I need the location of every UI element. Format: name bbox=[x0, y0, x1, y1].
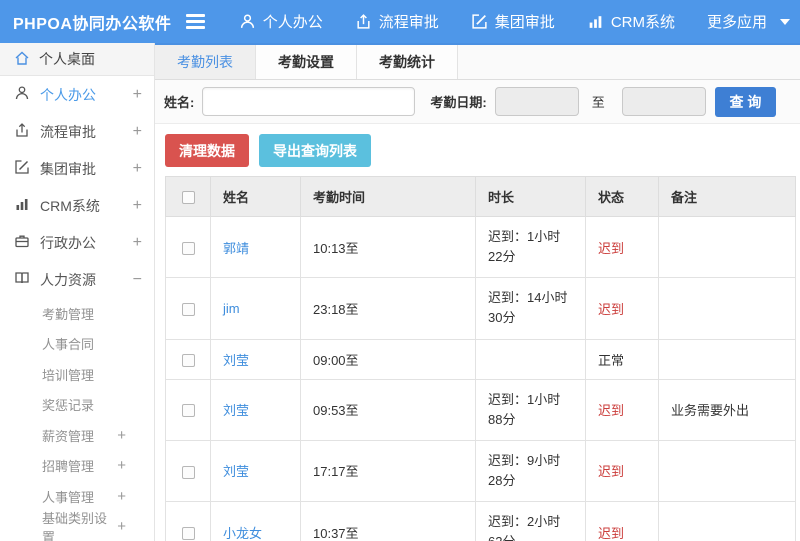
user-icon bbox=[14, 85, 30, 104]
clear-data-button[interactable]: 清理数据 bbox=[165, 134, 249, 167]
sidebar-subitem-attendance-mgmt[interactable]: 考勤管理 bbox=[0, 298, 154, 329]
date-to-input[interactable] bbox=[621, 87, 706, 116]
sidebar-subitem-hr-contract[interactable]: 人事合同 bbox=[0, 329, 154, 360]
name-input[interactable] bbox=[202, 87, 416, 116]
expand-icon[interactable]: + bbox=[117, 518, 126, 535]
sidebar-subitem-reward-punishment[interactable]: 奖惩记录 bbox=[0, 390, 154, 421]
collapse-icon[interactable]: − bbox=[133, 271, 142, 289]
col-header-time: 考勤时间 bbox=[300, 176, 476, 217]
table-row: 郭靖 10:13至 迟到：1小时22分 迟到 bbox=[165, 215, 796, 279]
tab-attendance-settings[interactable]: 考勤设置 bbox=[256, 45, 357, 79]
tab-attendance-list[interactable]: 考勤列表 bbox=[155, 45, 256, 79]
top-nav: 个人办公 流程审批 集团审批 CRM系统 更多应用 bbox=[239, 11, 800, 32]
sidebar-item-desktop[interactable]: 个人桌面 bbox=[0, 43, 154, 76]
book-icon bbox=[14, 270, 30, 289]
sidebar-subitem-recruit-mgmt[interactable]: 招聘管理 + bbox=[0, 451, 154, 482]
table-row: 刘莹 17:17至 迟到：9小时28分 迟到 bbox=[165, 439, 796, 503]
employee-name-link[interactable]: 刘莹 bbox=[223, 464, 249, 479]
expand-icon[interactable]: + bbox=[133, 123, 142, 141]
tab-bar: 考勤列表 考勤设置 考勤统计 bbox=[155, 45, 800, 80]
filter-bar: 姓名: 考勤日期: 至 查 询 bbox=[155, 80, 800, 124]
user-icon bbox=[239, 13, 256, 30]
expand-icon[interactable]: + bbox=[117, 427, 126, 444]
bar-chart-icon bbox=[587, 13, 604, 30]
expand-icon[interactable]: + bbox=[133, 197, 142, 215]
expand-icon[interactable]: + bbox=[133, 86, 142, 104]
row-checkbox[interactable] bbox=[181, 526, 195, 540]
edit-icon bbox=[14, 159, 30, 178]
table-header-row: 姓名 考勤时间 时长 状态 备注 bbox=[165, 176, 796, 217]
date-label: 考勤日期: bbox=[430, 95, 487, 110]
home-icon bbox=[14, 50, 30, 69]
nav-more-apps[interactable]: 更多应用 bbox=[707, 11, 790, 32]
sidebar-subitem-salary-mgmt[interactable]: 薪资管理 + bbox=[0, 420, 154, 451]
status-badge: 迟到 bbox=[585, 215, 659, 279]
status-badge: 迟到 bbox=[585, 439, 659, 503]
sidebar-item-crm-system[interactable]: CRM系统 + bbox=[0, 187, 154, 224]
row-checkbox[interactable] bbox=[181, 465, 195, 479]
main-content: 考勤列表 考勤设置 考勤统计 姓名: 考勤日期: 至 查 询 清理数据 导出查询… bbox=[155, 43, 800, 541]
nav-workflow-approval[interactable]: 流程审批 bbox=[355, 11, 439, 32]
date-from-input[interactable] bbox=[494, 87, 579, 116]
sidebar-item-human-resources[interactable]: 人力资源 − bbox=[0, 261, 154, 298]
status-badge: 正常 bbox=[585, 338, 659, 380]
col-header-name: 姓名 bbox=[210, 176, 301, 217]
sidebar-item-admin-office[interactable]: 行政办公 + bbox=[0, 224, 154, 261]
employee-name-link[interactable]: 郭靖 bbox=[223, 241, 249, 256]
app-logo: PHPOA协同办公软件 bbox=[13, 15, 172, 33]
col-header-duration: 时长 bbox=[475, 176, 586, 217]
sidebar-subitem-base-category-settings[interactable]: 基础类别设置 + bbox=[0, 511, 154, 541]
employee-name-link[interactable]: 小龙女 bbox=[223, 526, 262, 541]
top-navbar: PHPOA协同办公软件 个人办公 流程审批 集团审批 CRM系统 更多应用 bbox=[0, 0, 800, 43]
status-badge: 迟到 bbox=[585, 378, 659, 441]
briefcase-icon bbox=[14, 233, 30, 252]
to-label: 至 bbox=[591, 95, 605, 110]
employee-name-link[interactable]: jim bbox=[223, 301, 240, 316]
row-checkbox[interactable] bbox=[181, 241, 195, 255]
sidebar-item-group-approval[interactable]: 集团审批 + bbox=[0, 150, 154, 187]
status-badge: 迟到 bbox=[585, 501, 659, 541]
expand-icon[interactable]: + bbox=[117, 457, 126, 474]
nav-group-approval[interactable]: 集团审批 bbox=[471, 11, 555, 32]
menu-toggle-icon[interactable] bbox=[185, 14, 205, 29]
employee-name-link[interactable]: 刘莹 bbox=[223, 403, 249, 418]
col-header-note: 备注 bbox=[658, 176, 796, 217]
employee-name-link[interactable]: 刘莹 bbox=[223, 353, 249, 368]
nav-personal-office[interactable]: 个人办公 bbox=[239, 11, 323, 32]
status-badge: 迟到 bbox=[585, 277, 659, 340]
workflow-icon bbox=[355, 13, 372, 30]
tab-attendance-stats[interactable]: 考勤统计 bbox=[357, 45, 458, 79]
nav-crm-system[interactable]: CRM系统 bbox=[587, 11, 675, 32]
edit-icon bbox=[471, 13, 488, 30]
expand-icon[interactable]: + bbox=[117, 488, 126, 505]
sidebar-item-personal-office[interactable]: 个人办公 + bbox=[0, 76, 154, 113]
table-row: 小龙女 10:37至 迟到：2小时62分 迟到 bbox=[165, 501, 796, 541]
col-header-status: 状态 bbox=[585, 176, 659, 217]
action-bar: 清理数据 导出查询列表 bbox=[155, 124, 800, 176]
sidebar: 个人桌面 个人办公 + 流程审批 + 集团审批 + CRM系统 + 行政办公 + bbox=[0, 43, 155, 541]
sidebar-item-workflow-approval[interactable]: 流程审批 + bbox=[0, 113, 154, 150]
name-label: 姓名: bbox=[164, 95, 195, 110]
search-button[interactable]: 查 询 bbox=[715, 86, 776, 117]
table-row: jim 23:18至 迟到：14小时30分 迟到 bbox=[165, 277, 796, 340]
attendance-table: 姓名 考勤时间 时长 状态 备注 郭靖 10:13至 迟到：1小时22分 迟到 … bbox=[165, 176, 796, 541]
export-list-button[interactable]: 导出查询列表 bbox=[259, 134, 371, 167]
row-checkbox[interactable] bbox=[181, 353, 195, 367]
caret-down-icon bbox=[780, 18, 790, 25]
select-all-checkbox[interactable] bbox=[181, 191, 195, 205]
table-row: 刘莹 09:53至 迟到：1小时88分 迟到 业务需要外出 bbox=[165, 378, 796, 441]
row-checkbox[interactable] bbox=[181, 302, 195, 316]
row-checkbox[interactable] bbox=[181, 404, 195, 418]
sidebar-subitem-training-mgmt[interactable]: 培训管理 bbox=[0, 359, 154, 390]
expand-icon[interactable]: + bbox=[133, 234, 142, 252]
bar-chart-icon bbox=[14, 196, 30, 215]
expand-icon[interactable]: + bbox=[133, 160, 142, 178]
workflow-icon bbox=[14, 122, 30, 141]
table-row: 刘莹 09:00至 正常 bbox=[165, 338, 796, 380]
